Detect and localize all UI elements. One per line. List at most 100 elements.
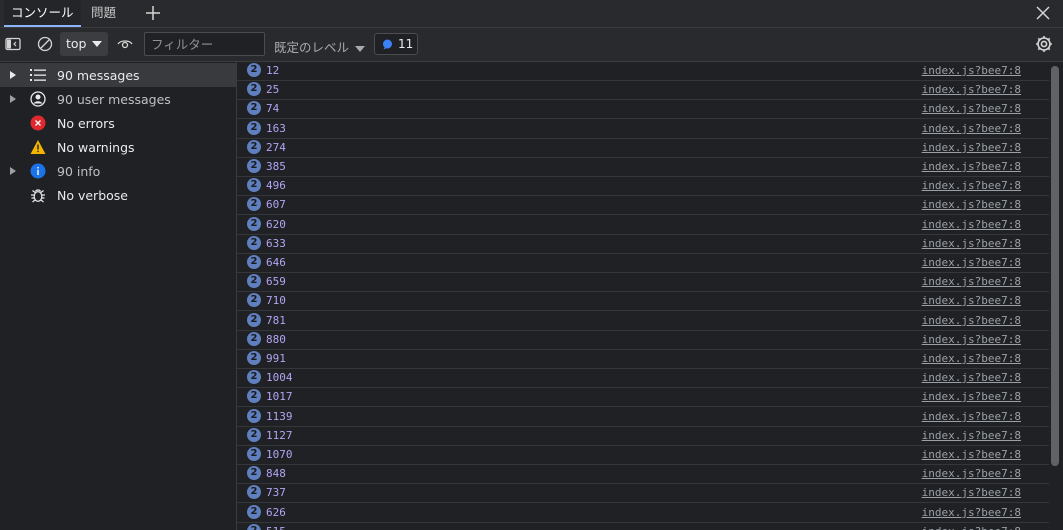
console-message-text[interactable]: 274 bbox=[266, 141, 286, 154]
console-message-text[interactable]: 620 bbox=[266, 218, 286, 231]
source-link[interactable]: index.js?bee7:8 bbox=[922, 198, 1021, 211]
console-message-text[interactable]: 74 bbox=[266, 102, 279, 115]
console-message-row: 2 163 index.js?bee7:8 bbox=[237, 120, 1049, 139]
repeat-count-badge: 2 bbox=[247, 140, 261, 154]
console-message-text[interactable]: 710 bbox=[266, 294, 286, 307]
console-message-text[interactable]: 633 bbox=[266, 237, 286, 250]
source-link[interactable]: index.js?bee7:8 bbox=[922, 179, 1021, 192]
source-link[interactable]: index.js?bee7:8 bbox=[922, 506, 1021, 519]
warning-icon bbox=[30, 140, 46, 154]
console-message-text[interactable]: 880 bbox=[266, 333, 286, 346]
context-select[interactable]: top bbox=[60, 32, 108, 56]
console-message-text[interactable]: 496 bbox=[266, 179, 286, 192]
sidebar-item-label: No verbose bbox=[57, 188, 128, 203]
console-message-text[interactable]: 737 bbox=[266, 486, 286, 499]
tab-console[interactable]: コンソール bbox=[4, 0, 81, 27]
console-message-text[interactable]: 1004 bbox=[266, 371, 293, 384]
source-link[interactable]: index.js?bee7:8 bbox=[922, 352, 1021, 365]
expand-arrow-icon[interactable] bbox=[10, 95, 16, 103]
tab-issues[interactable]: 問題 bbox=[84, 0, 123, 27]
source-link[interactable]: index.js?bee7:8 bbox=[922, 64, 1021, 77]
sidebar-item-errors[interactable]: No errors bbox=[0, 111, 236, 135]
repeat-count-badge: 2 bbox=[247, 332, 261, 346]
console-message-row: 2 626 index.js?bee7:8 bbox=[237, 504, 1049, 523]
console-message-row: 2 1139 index.js?bee7:8 bbox=[237, 408, 1049, 427]
source-link[interactable]: index.js?bee7:8 bbox=[922, 429, 1021, 442]
console-message-text[interactable]: 646 bbox=[266, 256, 286, 269]
expand-arrow-icon[interactable] bbox=[10, 167, 16, 175]
console-message-text[interactable]: 1127 bbox=[266, 429, 293, 442]
console-message-text[interactable]: 991 bbox=[266, 352, 286, 365]
console-message-row: 2 737 index.js?bee7:8 bbox=[237, 484, 1049, 503]
source-link[interactable]: index.js?bee7:8 bbox=[922, 486, 1021, 499]
repeat-count-badge: 2 bbox=[247, 409, 261, 423]
source-link[interactable]: index.js?bee7:8 bbox=[922, 410, 1021, 423]
repeat-count-badge: 2 bbox=[247, 485, 261, 499]
log-levels-dropdown[interactable]: 既定のレベル bbox=[274, 37, 366, 56]
sidebar-item-info[interactable]: 90 info bbox=[0, 159, 236, 183]
sidebar-item-messages[interactable]: 90 messages bbox=[0, 63, 236, 87]
console-message-row: 2 659 index.js?bee7:8 bbox=[237, 273, 1049, 292]
list-icon bbox=[30, 69, 46, 81]
console-message-text[interactable]: 163 bbox=[266, 122, 286, 135]
expand-arrow-icon[interactable] bbox=[10, 71, 16, 79]
console-message-text[interactable]: 1139 bbox=[266, 410, 293, 423]
user-circle-icon bbox=[30, 91, 46, 107]
filter-input[interactable] bbox=[144, 32, 265, 56]
clear-console-icon[interactable] bbox=[37, 36, 53, 52]
sidebar-item-warnings[interactable]: No warnings bbox=[0, 135, 236, 159]
console-toolbar: top 既定のレベル 11 bbox=[0, 28, 1063, 62]
source-link[interactable]: index.js?bee7:8 bbox=[922, 525, 1021, 530]
source-link[interactable]: index.js?bee7:8 bbox=[922, 141, 1021, 154]
console-message-text[interactable]: 781 bbox=[266, 314, 286, 327]
console-message-text[interactable]: 659 bbox=[266, 275, 286, 288]
gear-icon[interactable] bbox=[1035, 35, 1053, 53]
source-link[interactable]: index.js?bee7:8 bbox=[922, 467, 1021, 480]
console-message-text[interactable]: 12 bbox=[266, 64, 279, 77]
source-link[interactable]: index.js?bee7:8 bbox=[922, 390, 1021, 403]
console-message-text[interactable]: 1017 bbox=[266, 390, 293, 403]
issues-count: 11 bbox=[398, 37, 414, 51]
console-message-text[interactable]: 626 bbox=[266, 506, 286, 519]
repeat-count-badge: 2 bbox=[247, 293, 261, 307]
console-message-row: 2 1070 index.js?bee7:8 bbox=[237, 446, 1049, 465]
context-select-value: top bbox=[66, 36, 87, 51]
source-link[interactable]: index.js?bee7:8 bbox=[922, 160, 1021, 173]
source-link[interactable]: index.js?bee7:8 bbox=[922, 448, 1021, 461]
console-message-text[interactable]: 25 bbox=[266, 83, 279, 96]
repeat-count-badge: 2 bbox=[247, 178, 261, 192]
source-link[interactable]: index.js?bee7:8 bbox=[922, 314, 1021, 327]
source-link[interactable]: index.js?bee7:8 bbox=[922, 333, 1021, 346]
repeat-count-badge: 2 bbox=[247, 428, 261, 442]
sidebar-item-label: 90 info bbox=[57, 164, 101, 179]
sidebar-item-verbose[interactable]: No verbose bbox=[0, 183, 236, 207]
repeat-count-badge: 2 bbox=[247, 255, 261, 269]
console-message-row: 2 1017 index.js?bee7:8 bbox=[237, 388, 1049, 407]
console-message-text[interactable]: 385 bbox=[266, 160, 286, 173]
source-link[interactable]: index.js?bee7:8 bbox=[922, 256, 1021, 269]
source-link[interactable]: index.js?bee7:8 bbox=[922, 122, 1021, 135]
sidebar-toggle-icon[interactable] bbox=[5, 36, 21, 52]
close-icon[interactable] bbox=[1035, 5, 1051, 21]
source-link[interactable]: index.js?bee7:8 bbox=[922, 275, 1021, 288]
console-message-row: 2 385 index.js?bee7:8 bbox=[237, 158, 1049, 177]
console-message-text[interactable]: 848 bbox=[266, 467, 286, 480]
source-link[interactable]: index.js?bee7:8 bbox=[922, 218, 1021, 231]
sidebar-item-user-messages[interactable]: 90 user messages bbox=[0, 87, 236, 111]
repeat-count-badge: 2 bbox=[247, 466, 261, 480]
source-link[interactable]: index.js?bee7:8 bbox=[922, 102, 1021, 115]
console-message-text[interactable]: 1070 bbox=[266, 448, 293, 461]
source-link[interactable]: index.js?bee7:8 bbox=[922, 237, 1021, 250]
console-message-text[interactable]: 515 bbox=[266, 525, 286, 530]
console-message-row: 2 620 index.js?bee7:8 bbox=[237, 216, 1049, 235]
add-tab-icon[interactable] bbox=[144, 4, 162, 22]
console-message-row: 2 25 index.js?bee7:8 bbox=[237, 81, 1049, 100]
issues-counter-button[interactable]: 11 bbox=[374, 33, 418, 55]
repeat-count-badge: 2 bbox=[247, 197, 261, 211]
console-scrollbar[interactable] bbox=[1051, 66, 1059, 466]
source-link[interactable]: index.js?bee7:8 bbox=[922, 294, 1021, 307]
console-message-text[interactable]: 607 bbox=[266, 198, 286, 211]
eye-icon[interactable] bbox=[117, 36, 133, 52]
source-link[interactable]: index.js?bee7:8 bbox=[922, 371, 1021, 384]
source-link[interactable]: index.js?bee7:8 bbox=[922, 83, 1021, 96]
